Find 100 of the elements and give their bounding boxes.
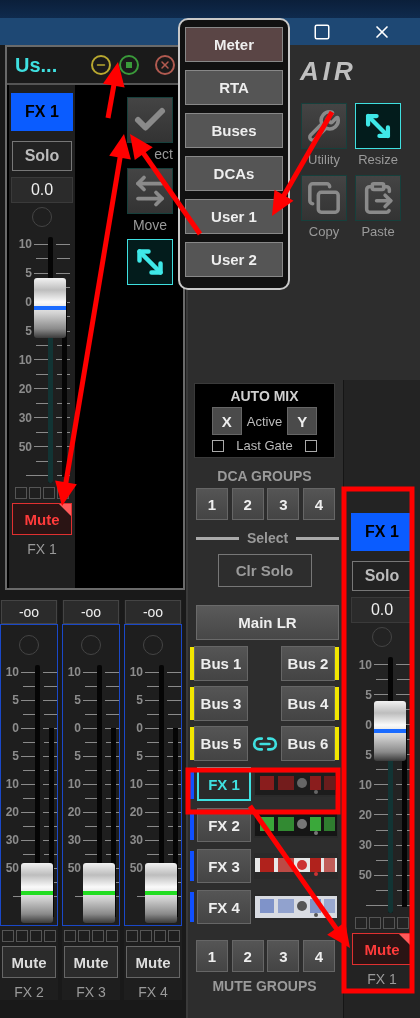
- channel-label: FX 2: [14, 984, 44, 1000]
- indicator-square: [154, 930, 166, 942]
- indicator-square: [43, 487, 55, 499]
- scale-number: 50: [66, 862, 81, 874]
- channel-label: FX 4: [138, 984, 168, 1000]
- bus-button[interactable]: Bus 6: [281, 726, 335, 761]
- tool-label: Move: [132, 217, 168, 233]
- channel-name-tag[interactable]: FX 1: [351, 513, 413, 551]
- channel-label: FX 1: [27, 541, 57, 557]
- scale-number: 5: [24, 325, 32, 338]
- scale-number: 10: [128, 666, 143, 678]
- scale-number: 20: [66, 806, 81, 818]
- dca-group-button[interactable]: 2: [231, 488, 264, 520]
- scale-number: 30: [4, 834, 19, 846]
- mute-button[interactable]: Mute: [352, 933, 412, 965]
- indicator-square: [106, 930, 118, 942]
- scale-number: 5: [11, 694, 19, 706]
- scale-number: 30: [128, 834, 143, 846]
- mute-group-button[interactable]: 3: [267, 940, 300, 972]
- mute-button[interactable]: Mute: [64, 946, 118, 978]
- scale-number: 10: [4, 666, 19, 678]
- fader-handle[interactable]: [145, 863, 177, 923]
- window-title: Us...: [15, 53, 58, 77]
- solo-button[interactable]: Solo: [352, 561, 412, 591]
- fader-handle[interactable]: [374, 701, 406, 762]
- square-icon: [126, 62, 132, 68]
- annotation-arrow: [102, 62, 125, 119]
- menu-item[interactable]: RTA: [185, 70, 283, 105]
- auto-mix-title: AUTO MIX: [230, 388, 299, 404]
- section-title: DCA GROUPS: [216, 468, 313, 484]
- indicator-square: [126, 930, 138, 942]
- indicator-square: [92, 930, 104, 942]
- menu-item[interactable]: User 1: [185, 199, 283, 234]
- gain-readout: 0.0: [351, 597, 413, 623]
- scale-number: 10: [357, 778, 372, 791]
- bus-button[interactable]: Bus 5: [194, 726, 248, 761]
- dca-group-button[interactable]: 3: [267, 488, 300, 520]
- close-button[interactable]: [155, 55, 175, 75]
- wrench-icon: [307, 109, 341, 143]
- fader-handle[interactable]: [34, 278, 66, 339]
- fader-handle[interactable]: [21, 863, 53, 923]
- main-lr-button[interactable]: Main LR: [196, 605, 339, 640]
- bus-button[interactable]: Bus 1: [194, 646, 248, 681]
- checkbox[interactable]: [212, 439, 225, 452]
- scale-number: 5: [364, 688, 372, 701]
- channel-label: FX 1: [367, 971, 397, 987]
- scale-number: 50: [128, 862, 143, 874]
- indicator-square: [168, 930, 180, 942]
- copy-icon: [307, 181, 341, 215]
- auto-mix-y-button[interactable]: Y: [287, 407, 318, 435]
- fx-button[interactable]: FX 3: [197, 849, 251, 883]
- scale-number: 0: [24, 296, 32, 309]
- bus-button[interactable]: Bus 3: [194, 686, 248, 721]
- scale-number: 5: [73, 694, 81, 706]
- mute-button[interactable]: Mute: [12, 503, 72, 535]
- bus-button[interactable]: Bus 4: [281, 686, 335, 721]
- scale-number: 20: [4, 806, 19, 818]
- indicator-square: [140, 930, 152, 942]
- scale-number: 10: [66, 666, 81, 678]
- dca-group-button[interactable]: 1: [196, 488, 228, 520]
- fx-button[interactable]: FX 4: [197, 890, 251, 924]
- scale-number: 5: [364, 748, 372, 761]
- toolbar-label: Paste: [361, 224, 395, 239]
- mute-button[interactable]: Mute: [126, 946, 180, 978]
- scale-number: 5: [11, 750, 19, 762]
- level-readout: -oo: [125, 600, 181, 624]
- indicator-square: [2, 930, 14, 942]
- scale-number: 10: [357, 658, 372, 671]
- mute-button[interactable]: Mute: [2, 946, 56, 978]
- indicator-square: [44, 930, 56, 942]
- last-gate-label: Last Gate: [236, 438, 293, 453]
- menu-item[interactable]: Buses: [185, 113, 283, 148]
- scale-number: 0: [11, 722, 19, 734]
- level-readout: -oo: [1, 600, 57, 624]
- menu-item[interactable]: Meter: [185, 27, 283, 62]
- mute-group-button[interactable]: 1: [196, 940, 228, 972]
- scale-number: 10: [17, 238, 32, 251]
- menu-item[interactable]: User 2: [185, 242, 283, 277]
- indicator-square: [397, 917, 409, 929]
- auto-mix-x-button[interactable]: X: [211, 407, 242, 435]
- indicator-square: [64, 930, 76, 942]
- scale-number: 30: [357, 839, 372, 852]
- gain-readout: 0.0: [11, 177, 73, 203]
- indicator-square: [30, 930, 42, 942]
- mute-group-button[interactable]: 2: [231, 940, 264, 972]
- indicator-square: [16, 930, 28, 942]
- fader-handle[interactable]: [83, 863, 115, 923]
- scale-number: 30: [17, 411, 32, 424]
- channel-name-tag[interactable]: FX 1: [11, 93, 73, 131]
- scale-number: 5: [135, 694, 143, 706]
- checkbox[interactable]: [304, 439, 317, 452]
- dca-group-button[interactable]: 4: [302, 488, 335, 520]
- solo-button[interactable]: Solo: [12, 141, 72, 171]
- scale-number: 20: [17, 382, 32, 395]
- scale-number: 5: [24, 267, 32, 280]
- clear-solo-button[interactable]: Clr Solo: [217, 554, 312, 587]
- mute-group-button[interactable]: 4: [302, 940, 335, 972]
- close-icon: [159, 59, 171, 71]
- bus-button[interactable]: Bus 2: [281, 646, 335, 681]
- menu-item[interactable]: DCAs: [185, 156, 283, 191]
